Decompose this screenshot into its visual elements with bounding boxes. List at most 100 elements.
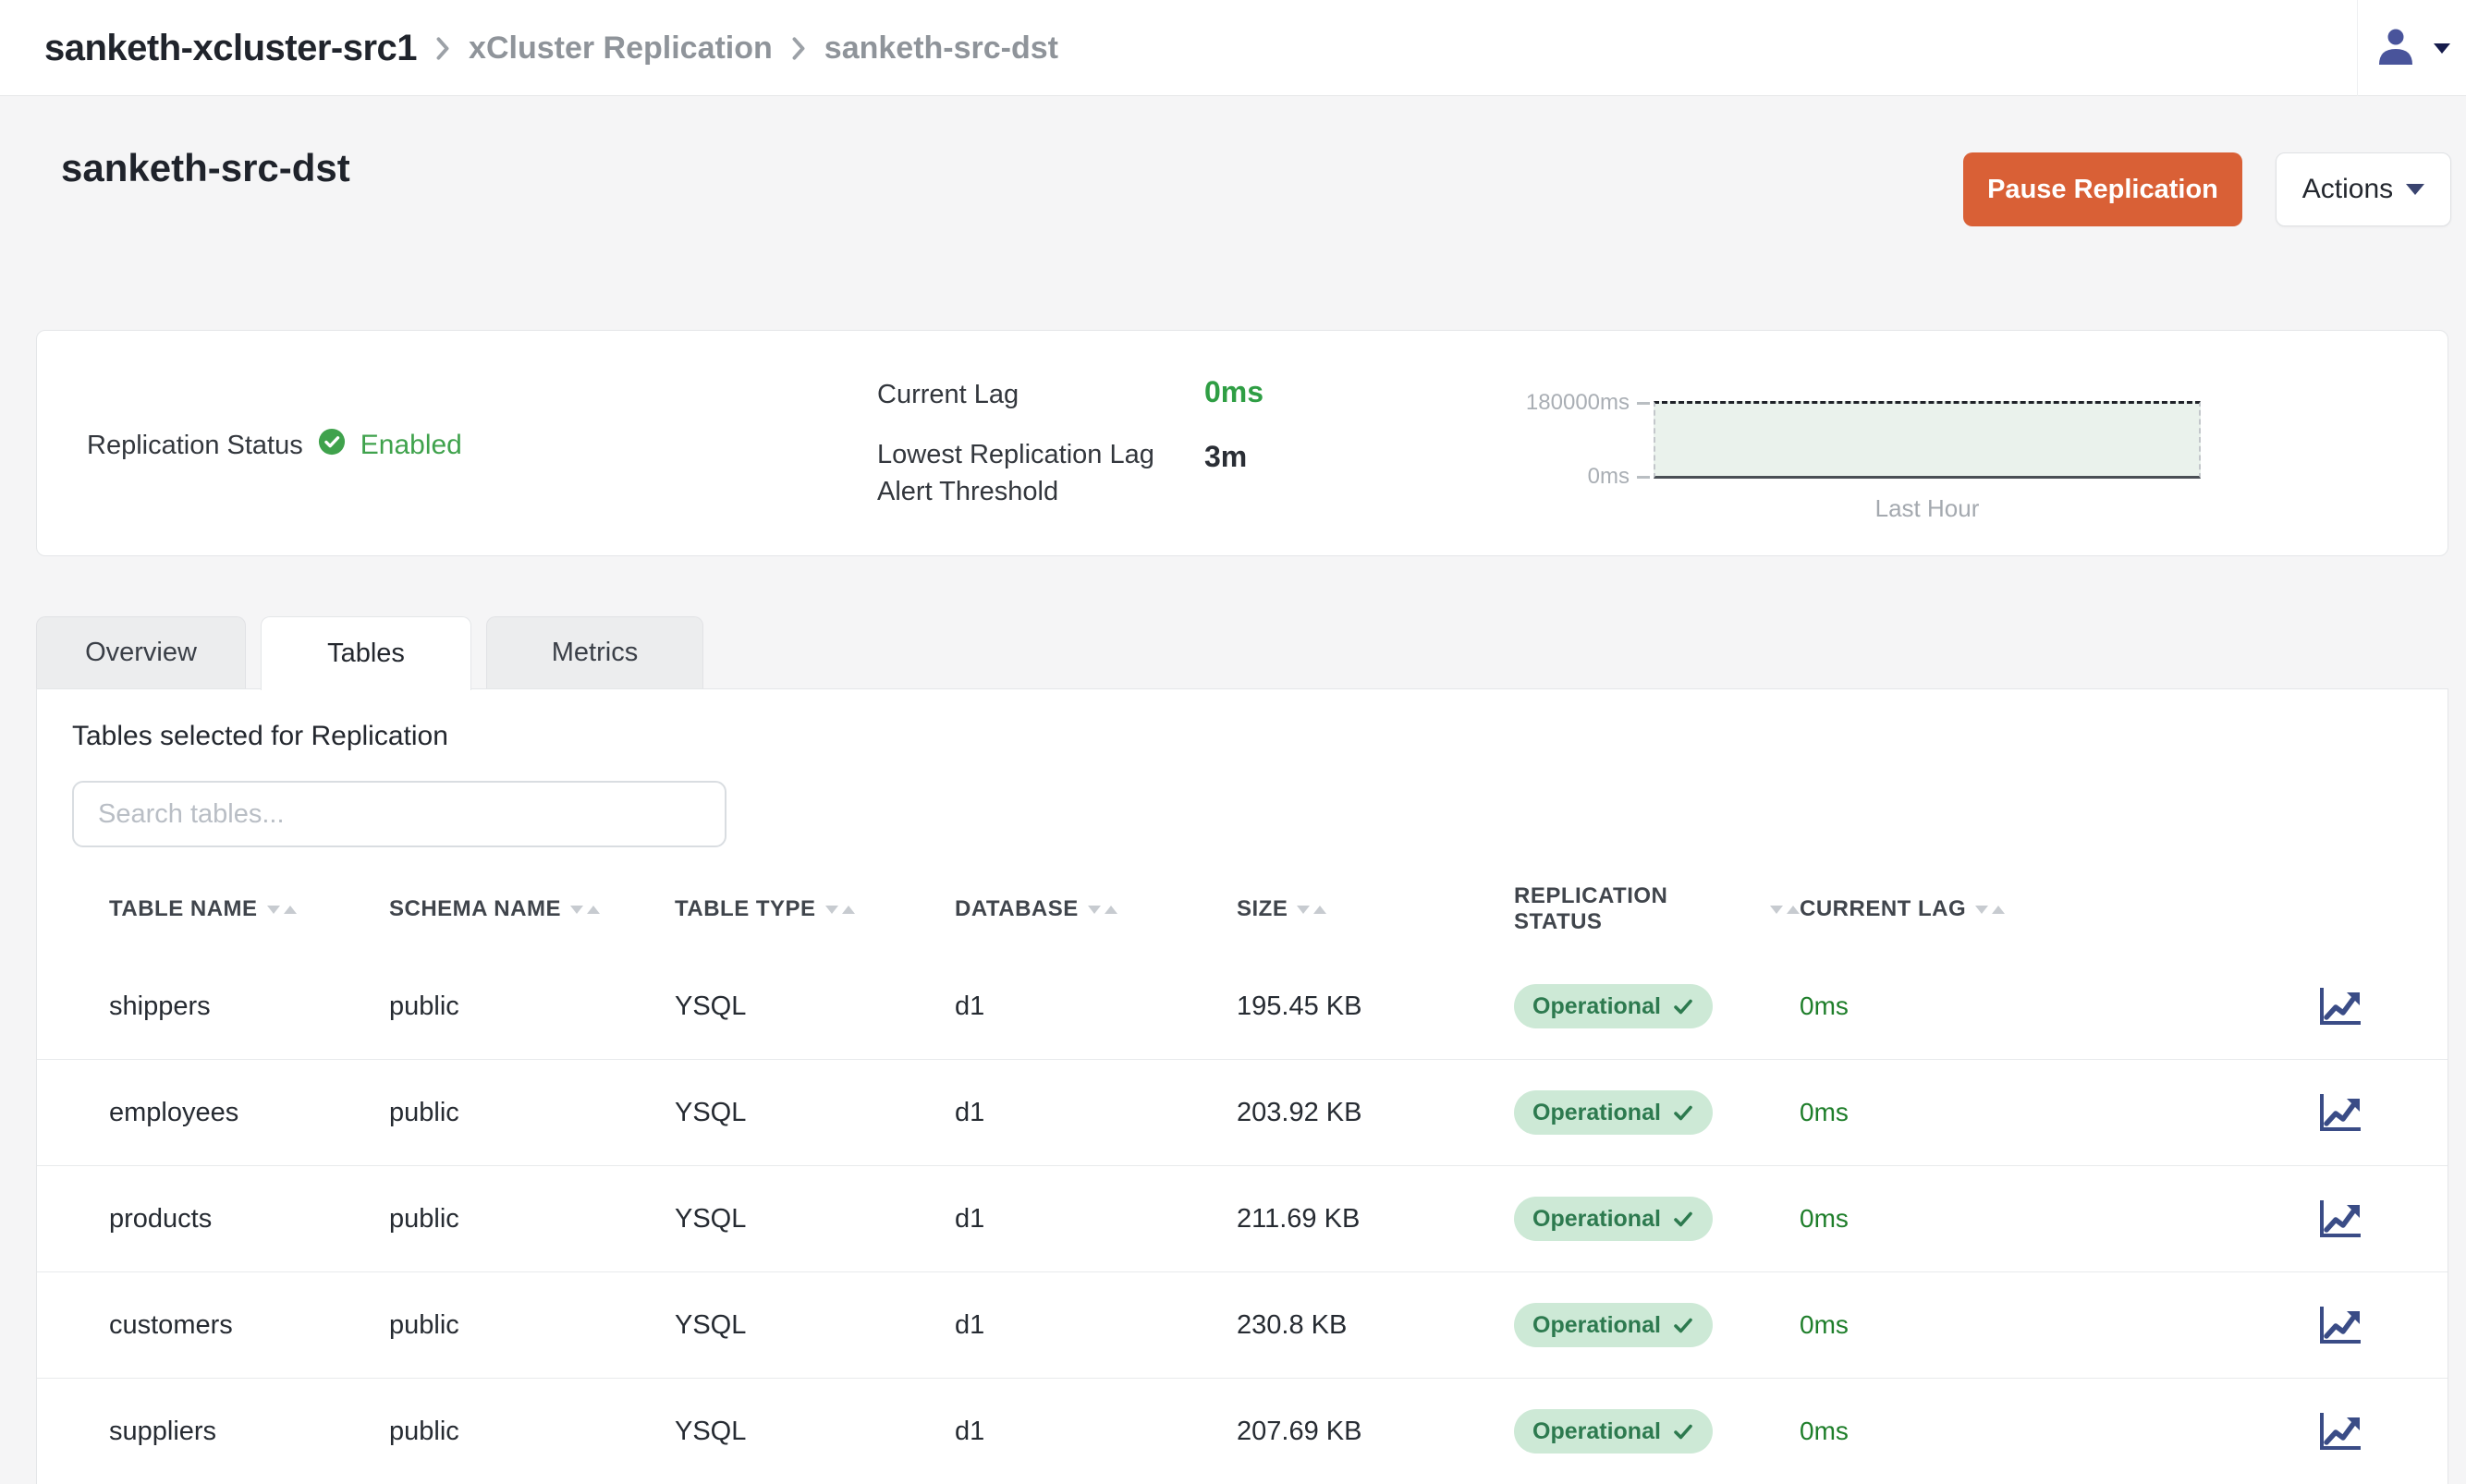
check-icon <box>1672 1420 1694 1442</box>
replication-status-label: Replication Status <box>87 431 303 461</box>
cell-current-lag: 0ms <box>1800 991 2105 1021</box>
tab-tables[interactable]: Tables <box>261 616 471 690</box>
replication-status-card: Replication Status Enabled Current Lag 0… <box>36 330 2448 556</box>
cell-table-name: products <box>109 1204 389 1235</box>
cell-current-lag: 0ms <box>1800 1204 2105 1234</box>
breadcrumb-item-xcluster-replication[interactable]: xCluster Replication <box>469 30 773 67</box>
cell-table-type: YSQL <box>675 1098 955 1128</box>
user-menu[interactable] <box>2357 0 2466 96</box>
cell-database: d1 <box>955 1310 1237 1341</box>
check-circle-icon <box>318 428 346 463</box>
lag-alert-threshold-label: Lowest Replication Lag Alert Threshold <box>877 436 1154 510</box>
cell-database: d1 <box>955 1417 1237 1447</box>
column-header-database[interactable]: DATABASE <box>955 896 1237 922</box>
table-row: shippers public YSQL d1 195.45 KB Operat… <box>37 954 2448 1060</box>
cell-table-name: suppliers <box>109 1417 389 1447</box>
lag-sparkline-chart: 180000ms 0ms Last Hour <box>1654 401 2201 479</box>
cell-table-type: YSQL <box>675 1310 955 1341</box>
breadcrumb-item-replication-name[interactable]: sanketh-src-dst <box>824 30 1058 67</box>
current-lag-label: Current Lag <box>877 380 1019 410</box>
line-chart-icon <box>2318 1411 2362 1452</box>
cell-database: d1 <box>955 991 1237 1022</box>
status-badge: Operational <box>1514 1090 1713 1135</box>
check-icon <box>1672 995 1694 1017</box>
table-row: products public YSQL d1 211.69 KB Operat… <box>37 1166 2448 1272</box>
sort-icon <box>1297 906 1326 914</box>
sparkline-ymax-label: 180000ms <box>1526 390 1650 416</box>
status-badge: Operational <box>1514 1197 1713 1241</box>
replication-status: Replication Status Enabled <box>87 428 462 463</box>
cell-size: 207.69 KB <box>1237 1417 1514 1447</box>
chevron-right-icon <box>435 36 450 61</box>
view-lag-chart-button[interactable] <box>2318 1305 2362 1345</box>
column-header-size[interactable]: SIZE <box>1237 896 1514 922</box>
tables-panel: Tables selected for Replication TABLE NA… <box>36 688 2448 1484</box>
pause-replication-button[interactable]: Pause Replication <box>1963 152 2242 226</box>
sort-icon <box>1770 906 1800 914</box>
cell-size: 211.69 KB <box>1237 1204 1514 1235</box>
cell-size: 203.92 KB <box>1237 1098 1514 1128</box>
table-row: customers public YSQL d1 230.8 KB Operat… <box>37 1272 2448 1379</box>
tab-overview[interactable]: Overview <box>36 616 246 688</box>
tab-bar: Overview Tables Metrics <box>36 616 703 690</box>
cell-table-type: YSQL <box>675 991 955 1022</box>
view-lag-chart-button[interactable] <box>2318 1092 2362 1133</box>
tab-metrics[interactable]: Metrics <box>486 616 703 688</box>
actions-button-label: Actions <box>2302 174 2393 205</box>
sort-icon <box>1088 906 1117 914</box>
cell-database: d1 <box>955 1204 1237 1235</box>
cell-current-lag: 0ms <box>1800 1098 2105 1127</box>
chevron-down-icon <box>2406 184 2424 195</box>
lag-alert-threshold-value: 3m <box>1204 440 1247 474</box>
cell-schema-name: public <box>389 1310 675 1341</box>
page-title: sanketh-src-dst <box>61 146 350 190</box>
table-row: suppliers public YSQL d1 207.69 KB Opera… <box>37 1379 2448 1484</box>
column-header-schema-name[interactable]: SCHEMA NAME <box>389 896 675 922</box>
top-navbar: sanketh-xcluster-src1 xCluster Replicati… <box>0 0 2466 96</box>
table-header-row: TABLE NAME SCHEMA NAME TABLE TYPE DATABA… <box>37 883 2448 935</box>
cell-schema-name: public <box>389 1417 675 1447</box>
sparkline-ymin-label: 0ms <box>1588 464 1650 490</box>
actions-button[interactable]: Actions <box>2276 152 2451 226</box>
status-badge: Operational <box>1514 1409 1713 1454</box>
line-chart-icon <box>2318 1092 2362 1133</box>
view-lag-chart-button[interactable] <box>2318 986 2362 1027</box>
sort-icon <box>825 906 855 914</box>
user-icon <box>2374 26 2417 71</box>
axis-tick <box>1637 476 1650 479</box>
cell-database: d1 <box>955 1098 1237 1128</box>
cell-table-name: customers <box>109 1310 389 1341</box>
cell-table-name: employees <box>109 1098 389 1128</box>
cell-table-type: YSQL <box>675 1204 955 1235</box>
sort-icon <box>267 906 297 914</box>
table-body: shippers public YSQL d1 195.45 KB Operat… <box>37 954 2448 1484</box>
current-lag-value: 0ms <box>1204 375 1264 409</box>
check-icon <box>1672 1314 1694 1336</box>
column-header-replication-status[interactable]: REPLICATION STATUS <box>1514 883 1800 935</box>
replication-status-value: Enabled <box>360 430 462 461</box>
column-header-table-name[interactable]: TABLE NAME <box>109 896 389 922</box>
tables-panel-heading: Tables selected for Replication <box>72 721 448 752</box>
breadcrumb-item-cluster[interactable]: sanketh-xcluster-src1 <box>44 28 417 69</box>
search-tables-input[interactable] <box>72 781 726 847</box>
status-badge: Operational <box>1514 1303 1713 1347</box>
chevron-down-icon <box>2434 43 2450 54</box>
breadcrumb: sanketh-xcluster-src1 xCluster Replicati… <box>44 0 1058 96</box>
view-lag-chart-button[interactable] <box>2318 1411 2362 1452</box>
table-row: employees public YSQL d1 203.92 KB Opera… <box>37 1060 2448 1166</box>
column-header-current-lag[interactable]: CURRENT LAG <box>1800 896 2105 922</box>
line-chart-icon <box>2318 1198 2362 1239</box>
cell-size: 230.8 KB <box>1237 1310 1514 1341</box>
chevron-right-icon <box>791 36 806 61</box>
status-badge: Operational <box>1514 984 1713 1028</box>
line-chart-icon <box>2318 1305 2362 1345</box>
cell-table-name: shippers <box>109 991 389 1022</box>
column-header-table-type[interactable]: TABLE TYPE <box>675 896 955 922</box>
view-lag-chart-button[interactable] <box>2318 1198 2362 1239</box>
cell-table-type: YSQL <box>675 1417 955 1447</box>
sort-icon <box>1975 906 2005 914</box>
cell-schema-name: public <box>389 1098 675 1128</box>
sparkline-x-label: Last Hour <box>1655 494 2199 523</box>
cell-schema-name: public <box>389 1204 675 1235</box>
line-chart-icon <box>2318 986 2362 1027</box>
